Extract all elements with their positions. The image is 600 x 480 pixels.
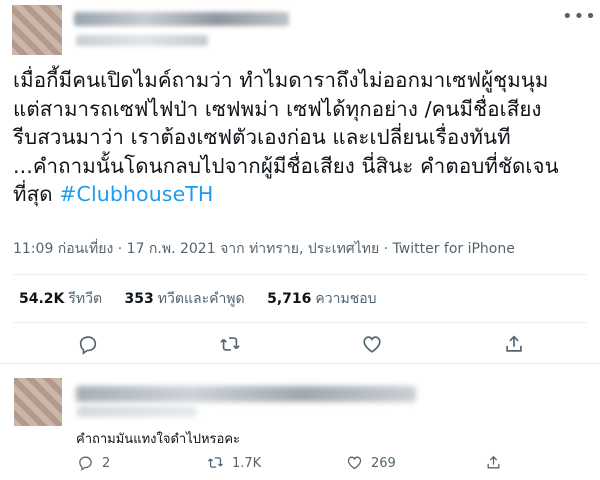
like-icon [347, 456, 362, 470]
reply-icon [79, 456, 92, 471]
quotes-count: 353 [124, 291, 154, 307]
tweet-text-tail: ที่สุด [13, 182, 53, 206]
tweet-stats: 54.2K รีทวีต 353 ทวีตและคำพูด 5,716 ความชอบ [19, 288, 395, 310]
tweet-source[interactable]: Twitter for iPhone [393, 241, 515, 257]
hashtag-link[interactable]: #ClubhouseTH [59, 182, 213, 206]
author-avatar[interactable] [12, 5, 62, 55]
retweets-stat[interactable]: 54.2K รีทวีต [19, 291, 120, 307]
share-icon [487, 455, 500, 469]
likes-count: 5,716 [267, 291, 312, 307]
like-icon [363, 336, 381, 353]
likes-label: ความชอบ [315, 291, 377, 307]
tweet-text-last-line: ที่สุด #ClubhouseTH [13, 180, 593, 209]
divider [13, 274, 587, 275]
reply-count: 2 [102, 456, 111, 471]
reply-author-avatar[interactable] [14, 378, 62, 426]
main-tweet: ••• เมื่อกี้มีคนเปิดไมค์ถามว่า ทำไมดาราถ… [0, 0, 600, 364]
tweet-location: จาก ท่าทราย, ประเทศไทย [220, 241, 380, 257]
tweet-text: เมื่อกี้มีคนเปิดไมค์ถามว่า ทำไมดาราถึงไม… [13, 66, 593, 209]
likes-stat[interactable]: 5,716 ความชอบ [267, 291, 394, 307]
tweet-metadata: 11:09 ก่อนเที่ยง · 17 ก.พ. 2021 จาก ท่าท… [13, 238, 515, 260]
tweet-text-line: แต่สามารถเซฟไฟป่า เซฟพม่า เซฟได้ทุกอย่าง… [13, 96, 542, 121]
reply-author-name-blurred[interactable] [76, 386, 416, 402]
divider [13, 322, 587, 323]
reply-button[interactable] [77, 333, 99, 355]
reply-retweet-button[interactable]: 1.7K [207, 454, 261, 472]
retweets-label: รีทวีต [68, 291, 103, 307]
reply-reply-button[interactable]: 2 [77, 454, 110, 472]
quotes-stat[interactable]: 353 ทวีตและคำพูด [125, 291, 263, 307]
replying-to-blurred [77, 406, 197, 417]
like-count: 269 [371, 456, 396, 471]
meta-separator: · [383, 241, 393, 257]
tweet-date[interactable]: 17 ก.พ. 2021 [127, 241, 216, 257]
retweet-count: 1.7K [232, 456, 262, 471]
share-button[interactable] [503, 333, 525, 355]
author-handle-blurred[interactable] [76, 35, 208, 46]
retweets-count: 54.2K [19, 291, 65, 307]
quotes-label: ทวีตและคำพูด [157, 291, 245, 307]
reply-like-button[interactable]: 269 [346, 454, 396, 472]
reply-text: คำถามมันแทงใจดำไปหรอคะ [76, 432, 241, 447]
retweet-button[interactable] [219, 333, 241, 355]
tweet-text-line: เมื่อกี้มีคนเปิดไมค์ถามว่า ทำไมดาราถึงไม… [13, 68, 549, 92]
tweet-text-line: ...คำถามนั้นโดนกลบไปจากผู้มีชื่อเสียง นี… [13, 153, 559, 178]
tweet-time[interactable]: 11:09 ก่อนเที่ยง [13, 241, 113, 257]
author-name-blurred[interactable] [74, 12, 289, 26]
reply-share-button[interactable] [485, 454, 502, 472]
retweet-icon [207, 457, 224, 468]
tweet-text-line: รีบสวนมาว่า เราต้องเซฟตัวเองก่อน และเปลี… [13, 125, 511, 149]
more-options-button[interactable]: ••• [562, 8, 596, 30]
meta-separator: · [117, 241, 127, 257]
more-dots-icon: ••• [562, 6, 597, 27]
retweet-icon [220, 337, 240, 351]
like-button[interactable] [361, 333, 383, 355]
reply-icon [79, 336, 97, 355]
share-icon [506, 335, 522, 352]
